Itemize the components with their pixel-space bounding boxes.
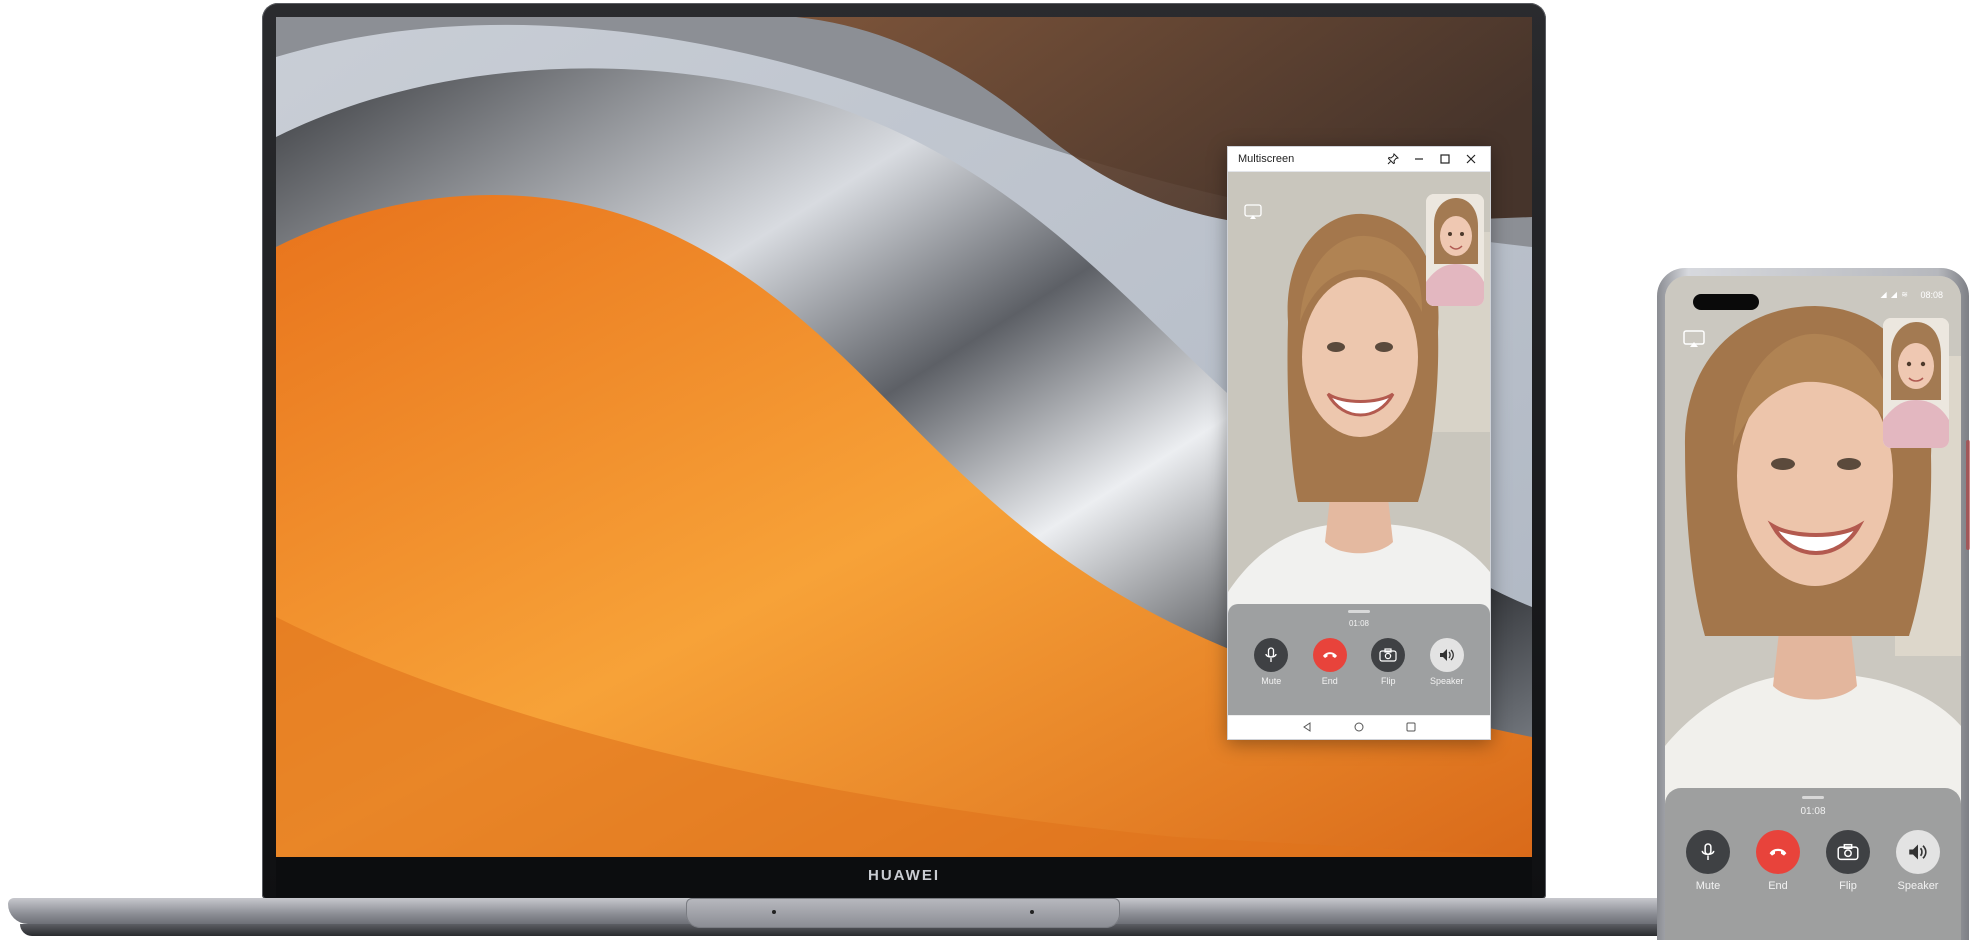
flip-camera-button[interactable]: Flip	[1371, 638, 1406, 686]
end-label: End	[1768, 880, 1788, 892]
minimize-icon[interactable]	[1406, 147, 1432, 171]
signal-icon: ◢ ◢ ≋	[1880, 290, 1909, 299]
drag-handle[interactable]	[1348, 610, 1370, 613]
call-timer: 01:08	[1348, 619, 1370, 628]
cast-screen-icon[interactable]	[1244, 204, 1262, 225]
mute-button[interactable]: Mute	[1686, 830, 1730, 892]
laptop-hinge	[686, 898, 1120, 928]
call-controls-panel: 01:08 Mute End Flip Speaker	[1665, 788, 1961, 940]
end-call-button[interactable]: End	[1756, 830, 1800, 892]
flip-label: Flip	[1839, 880, 1857, 892]
brand-logo: HUAWEI	[868, 867, 940, 884]
call-timer: 01:08	[1800, 806, 1826, 817]
back-icon[interactable]	[1302, 719, 1312, 737]
phone-screen: ◢ ◢ ≋ 08:08 01:08 Mute End Flip Speaker	[1665, 276, 1961, 940]
mute-label: Mute	[1261, 676, 1282, 686]
status-time: 08:08	[1920, 290, 1943, 300]
flip-camera-icon	[1371, 638, 1406, 672]
end-label: End	[1321, 676, 1338, 686]
call-buttons: Mute End Flip Speaker	[1228, 638, 1490, 686]
video-call-view: 01:08 Mute End Flip Speaker	[1228, 172, 1490, 716]
cast-screen-icon[interactable]	[1683, 330, 1705, 353]
hinge-dot	[1030, 910, 1034, 914]
maximize-icon[interactable]	[1432, 147, 1458, 171]
self-view-pip[interactable]	[1883, 318, 1949, 448]
mute-button[interactable]: Mute	[1254, 638, 1289, 686]
microphone-icon	[1686, 830, 1730, 874]
flip-camera-icon	[1826, 830, 1870, 874]
android-navbar	[1228, 715, 1490, 739]
speaker-button[interactable]: Speaker	[1429, 638, 1464, 686]
close-icon[interactable]	[1458, 147, 1484, 171]
speaker-icon	[1896, 830, 1940, 874]
home-icon[interactable]	[1354, 719, 1364, 737]
front-camera	[1693, 294, 1759, 310]
speaker-label: Speaker	[1429, 676, 1464, 686]
pin-icon[interactable]	[1380, 147, 1406, 171]
end-call-icon	[1312, 638, 1347, 672]
window-titlebar[interactable]: Multiscreen	[1228, 147, 1490, 172]
drag-handle[interactable]	[1802, 796, 1824, 799]
call-buttons: Mute End Flip Speaker	[1665, 830, 1961, 892]
flip-camera-button[interactable]: Flip	[1826, 830, 1870, 892]
call-controls-panel: 01:08 Mute End Flip Speaker	[1228, 604, 1490, 716]
phone-side-button	[1966, 440, 1970, 550]
flip-label: Flip	[1380, 676, 1396, 686]
self-view-pip[interactable]	[1426, 194, 1484, 306]
self-view-video	[1883, 318, 1949, 448]
microphone-icon	[1254, 638, 1289, 672]
multiscreen-window[interactable]: Multiscreen 01:08 Mute End Flip Speaker	[1227, 146, 1491, 740]
end-call-icon	[1756, 830, 1800, 874]
speaker-button[interactable]: Speaker	[1896, 830, 1940, 892]
self-view-video	[1426, 194, 1484, 306]
speaker-icon	[1429, 638, 1464, 672]
laptop-bezel-bottom: HUAWEI	[276, 857, 1532, 897]
hinge-dot	[772, 910, 776, 914]
end-call-button[interactable]: End	[1312, 638, 1347, 686]
window-title: Multiscreen	[1238, 153, 1295, 165]
mute-label: Mute	[1695, 880, 1721, 892]
recents-icon[interactable]	[1406, 719, 1416, 737]
speaker-label: Speaker	[1897, 880, 1939, 892]
